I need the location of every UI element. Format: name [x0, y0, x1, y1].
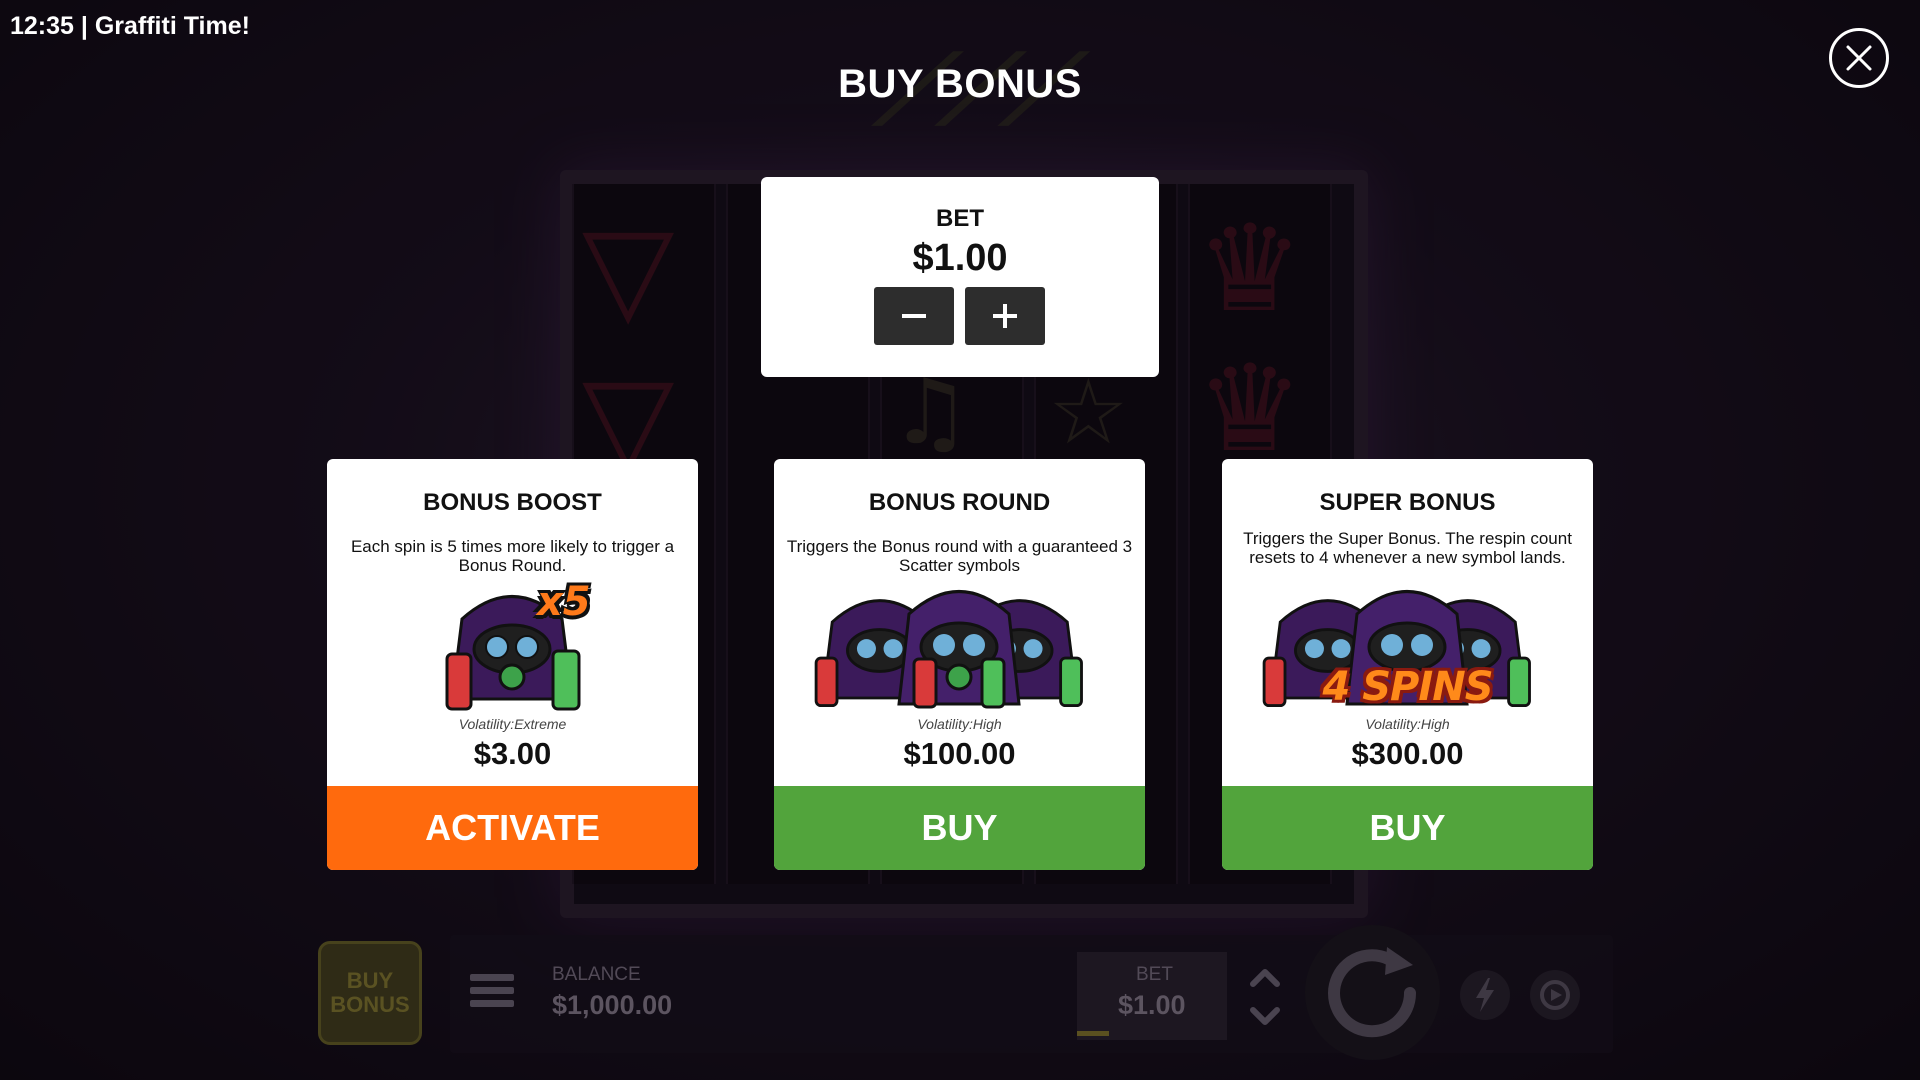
card-volatility: Volatility:High — [1365, 716, 1450, 732]
bet-label: BET — [1136, 964, 1173, 985]
card-title: BONUS ROUND — [868, 489, 1051, 516]
bet-increase-button[interactable] — [965, 287, 1045, 345]
spin-button[interactable] — [1305, 925, 1440, 1060]
balance-label: BALANCE — [552, 964, 641, 985]
spin-icon — [1328, 947, 1417, 1038]
activate-button[interactable]: ACTIVATE — [327, 786, 698, 870]
buy-super-bonus-button[interactable]: BUY — [1222, 786, 1593, 870]
card-price: $300.00 — [1351, 736, 1464, 771]
autoplay-button[interactable] — [1530, 970, 1580, 1020]
card-volatility: Volatility:Extreme — [458, 716, 567, 732]
bet-label: BET — [936, 205, 984, 232]
autoplay-icon — [1540, 980, 1570, 1010]
card-title: BONUS BOOST — [423, 489, 602, 516]
modal-title: BUY BONUS — [838, 62, 1082, 106]
card-price: $100.00 — [903, 736, 1016, 771]
card-title: SUPER BONUS — [1319, 489, 1496, 516]
plus-icon — [993, 304, 1017, 328]
graffiti-character-icon — [445, 595, 581, 711]
window-title: 12:35 | Graffiti Time! — [10, 12, 250, 40]
card-description: Triggers the Super Bonus. The respin cou… — [1243, 529, 1572, 567]
bet-decrease-button[interactable] — [874, 287, 954, 345]
menu-icon[interactable] — [470, 974, 514, 1014]
card-volatility: Volatility:High — [917, 716, 1002, 732]
card-price: $3.00 — [473, 736, 552, 771]
buy-bonus-button[interactable]: BUY BONUS — [318, 941, 422, 1045]
turbo-button[interactable] — [1460, 970, 1510, 1020]
bet-value: $1.00 — [912, 237, 1008, 279]
bonus-boost-card: BONUS BOOST Each spin is 5 times more li… — [327, 459, 698, 870]
spins-badge: 4 SPINS — [1322, 664, 1493, 710]
minus-icon — [902, 314, 926, 318]
card-description: Each spin is 5 times more likely to trig… — [350, 537, 675, 575]
card-description: Triggers the Bonus round with a guarante… — [786, 537, 1133, 575]
bet-value: $1.00 — [1118, 990, 1186, 1020]
graffiti-characters-icon — [814, 590, 1083, 709]
super-bonus-card: SUPER BONUS Triggers the Super Bonus. Th… — [1222, 459, 1593, 870]
buy-bonus-round-button[interactable]: BUY — [774, 786, 1145, 870]
bet-panel: BET $1.00 — [761, 177, 1159, 377]
bet-arrows-icon[interactable] — [1245, 962, 1285, 1032]
balance-value: $1,000.00 — [552, 990, 673, 1020]
bonus-round-card: BONUS ROUND Triggers the Bonus round wit… — [774, 459, 1145, 870]
bet-level-indicator — [1077, 1031, 1109, 1036]
x5-badge: x5 — [537, 579, 591, 625]
lightning-icon — [1476, 978, 1494, 1012]
